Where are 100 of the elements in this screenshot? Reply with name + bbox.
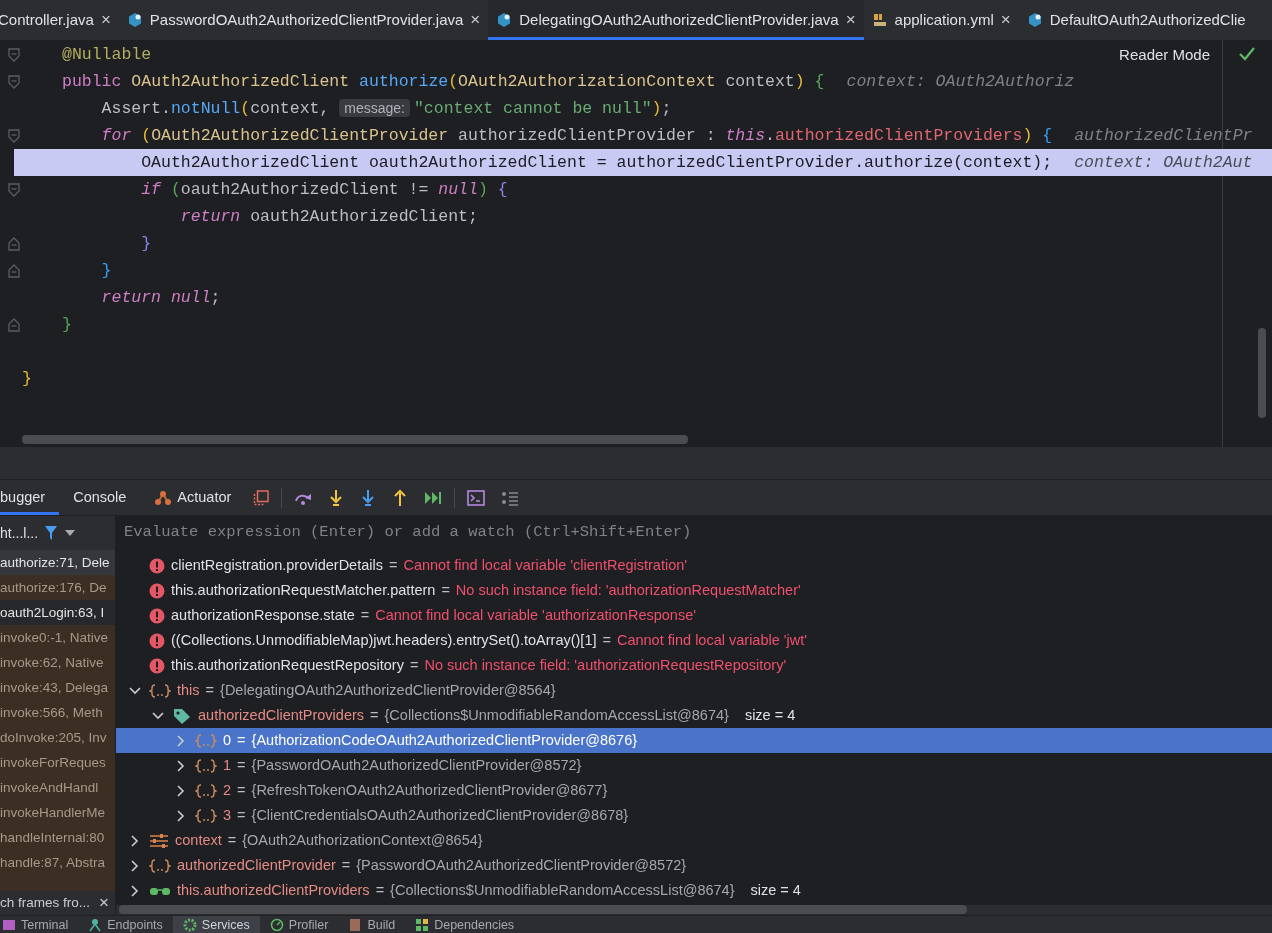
- code-line: }: [140, 233, 152, 255]
- variable-row[interactable]: 1 = {PasswordOAuth2AuthorizedClientProvider@8572}: [116, 753, 1272, 778]
- fold-icon[interactable]: [8, 48, 20, 62]
- cube-icon: [126, 12, 143, 28]
- tool-window-button[interactable]: Services: [172, 916, 260, 933]
- stack-frame[interactable]: authorize:176, De: [0, 575, 115, 600]
- stack-frame[interactable]: authorize:71, Dele: [0, 550, 115, 575]
- code-line: }: [22, 368, 32, 390]
- fold-icon[interactable]: [8, 264, 20, 278]
- variable-value: {RefreshTokenOAuth2AuthorizedClientProvider@8677}: [251, 780, 608, 800]
- tool-window-button[interactable]: Build: [338, 916, 406, 933]
- variable-value: {AuthorizationCodeOAuth2AuthorizedClientProvider@8676}: [251, 730, 638, 750]
- close-icon[interactable]: ×: [1000, 7, 1011, 33]
- braces-icon: [149, 682, 171, 699]
- stack-frame[interactable]: doInvoke:205, Inv: [0, 725, 115, 750]
- code-line: Assert.notNull(context, message: "context cannot be null");: [100, 98, 672, 120]
- code-line: OAuth2AuthorizedClient oauth2AuthorizedClient = authorizedClientProvider.authorize(context);: [140, 152, 1053, 174]
- chevron-right-icon[interactable]: [176, 809, 185, 822]
- error-icon: [149, 607, 165, 624]
- horizontal-scrollbar[interactable]: [116, 905, 1272, 915]
- file-tab[interactable]: PasswordOAuth2AuthorizedClientProvider.java ×: [118, 0, 489, 40]
- braces-icon: [195, 757, 217, 774]
- chevron-right-icon[interactable]: [130, 834, 139, 847]
- code-line: for (OAuth2AuthorizedClientProvider authorizedClientProvider : this.authorizedClientProviders) {: [100, 125, 1053, 147]
- check-icon: [1238, 46, 1256, 62]
- stack-frame[interactable]: invoke:62, Native: [0, 650, 115, 675]
- gear-icon: [182, 918, 197, 932]
- code-line: return null;: [100, 287, 221, 309]
- file-tab[interactable]: DefaultOAuth2AuthorizedClie: [1018, 0, 1254, 40]
- variable-value: Cannot find local variable 'clientRegistration': [403, 555, 688, 575]
- dropdown-caret-icon[interactable]: [64, 529, 77, 537]
- file-tab[interactable]: DelegatingOAuth2AuthorizedClientProvider.java ×: [488, 0, 864, 40]
- fold-icon[interactable]: [8, 75, 20, 89]
- horizontal-scrollbar[interactable]: [22, 435, 688, 444]
- chevron-right-icon[interactable]: [176, 784, 185, 797]
- variable-row[interactable]: this = {DelegatingOAuth2AuthorizedClientProvider@8564}: [116, 678, 1272, 703]
- stack-frame[interactable]: handleInternal:80: [0, 825, 115, 850]
- close-icon[interactable]: ×: [470, 7, 481, 33]
- variable-row[interactable]: clientRegistration.providerDetails = Cannot find local variable 'clientRegistration': [116, 553, 1272, 578]
- force-step-into-icon[interactable]: [360, 488, 377, 507]
- list-icon[interactable]: [501, 489, 520, 506]
- tool-tab[interactable]: Actuator: [140, 480, 246, 515]
- variable-value: {OAuth2AuthorizationContext@8654}: [242, 830, 483, 850]
- variable-row[interactable]: 0 = {AuthorizationCodeOAuth2AuthorizedClientProvider@8676}: [116, 728, 1272, 753]
- stack-frame[interactable]: oauth2Login:63, I: [0, 600, 115, 625]
- code-line: }: [100, 260, 112, 282]
- file-tab[interactable]: application.yml ×: [863, 0, 1019, 40]
- tool-window-button[interactable]: Dependencies: [405, 916, 525, 933]
- vertical-scrollbar[interactable]: [1258, 328, 1266, 418]
- stack-frame[interactable]: invokeAndHandl: [0, 775, 115, 800]
- fold-icon[interactable]: [8, 129, 20, 143]
- variable-row[interactable]: this.authorizedClientProviders = {Collections$UnmodifiableRandomAccessList@8674} size = 4: [116, 878, 1272, 903]
- chevron-right-icon[interactable]: [176, 759, 185, 772]
- step-into-icon[interactable]: [328, 488, 345, 507]
- variable-name: 1: [223, 755, 232, 775]
- restore-layout-icon[interactable]: [253, 489, 270, 506]
- nodes-icon: [154, 489, 173, 506]
- tool-window-button[interactable]: Profiler: [259, 916, 339, 933]
- tool-tab[interactable]: Console: [59, 480, 141, 515]
- stack-frame[interactable]: invokeHandlerMe: [0, 800, 115, 825]
- tool-window-button[interactable]: Endpoints: [78, 916, 173, 933]
- variable-row[interactable]: 3 = {ClientCredentialsOAuth2AuthorizedClientProvider@8678}: [116, 803, 1272, 828]
- fold-icon[interactable]: [8, 318, 20, 332]
- variable-name: this.authorizationRequestMatcher.pattern: [171, 580, 436, 600]
- variable-row[interactable]: authorizedClientProvider = {PasswordOAuth2AuthorizedClientProvider@8572}: [116, 853, 1272, 878]
- inlay-hint: authorizedClientPr: [1074, 125, 1253, 147]
- filter-icon[interactable]: [44, 525, 59, 541]
- chevron-right-icon[interactable]: [130, 859, 139, 872]
- equals-sign: =: [360, 605, 370, 625]
- error-icon: [149, 557, 165, 574]
- stack-frame[interactable]: invoke0:-1, Native: [0, 625, 115, 650]
- variable-row[interactable]: authorizationResponse.state = Cannot find local variable 'authorizationResponse': [116, 603, 1272, 628]
- equals-sign: =: [237, 730, 246, 750]
- variable-row[interactable]: ((Collections.UnmodifiableMap)jwt.headers).entrySet().toArray()[1] = Cannot find local variable 'jwt': [116, 628, 1272, 653]
- evaluate-expression-field[interactable]: Evaluate expression (Enter) or add a watch (Ctrl+Shift+Enter): [116, 516, 1272, 550]
- close-icon[interactable]: ×: [845, 7, 856, 33]
- variable-name: authorizedClientProviders: [198, 705, 365, 725]
- braces-icon: [195, 782, 217, 799]
- run-to-cursor-icon[interactable]: [424, 489, 443, 506]
- variable-row[interactable]: authorizedClientProviders = {Collections$UnmodifiableRandomAccessList@8674} size = 4: [116, 703, 1272, 728]
- fold-icon[interactable]: [8, 237, 20, 251]
- variable-value: No such instance field: 'authorizationRequestRepository': [424, 655, 787, 675]
- equals-sign: =: [205, 680, 215, 700]
- variable-row[interactable]: this.authorizationRequestMatcher.pattern = No such instance field: 'authorizationRequestMatcher': [116, 578, 1272, 603]
- tool-window-button[interactable]: Terminal: [0, 916, 79, 933]
- chevron-right-icon[interactable]: [130, 884, 139, 897]
- chevron-down-icon[interactable]: [151, 711, 164, 720]
- close-icon[interactable]: ×: [99, 890, 109, 916]
- stack-frame[interactable]: invoke:566, Meth: [0, 700, 115, 725]
- chevron-down-icon[interactable]: [128, 686, 141, 695]
- close-icon[interactable]: ×: [100, 7, 111, 33]
- reader-mode-link[interactable]: Reader Mode: [1119, 44, 1210, 67]
- stack-frame[interactable]: invokeForReques: [0, 750, 115, 775]
- variable-row[interactable]: this.authorizationRequestRepository = No such instance field: 'authorizationRequestRepository': [116, 653, 1272, 678]
- stack-frame[interactable]: handle:87, Abstra: [0, 850, 115, 875]
- stack-frame[interactable]: invoke:43, Delega: [0, 675, 115, 700]
- fold-icon[interactable]: [8, 183, 20, 197]
- equals-sign: =: [602, 630, 611, 650]
- variable-row[interactable]: context = {OAuth2AuthorizationContext@8654}: [116, 828, 1272, 853]
- variable-row[interactable]: 2 = {RefreshTokenOAuth2AuthorizedClientProvider@8677}: [116, 778, 1272, 803]
